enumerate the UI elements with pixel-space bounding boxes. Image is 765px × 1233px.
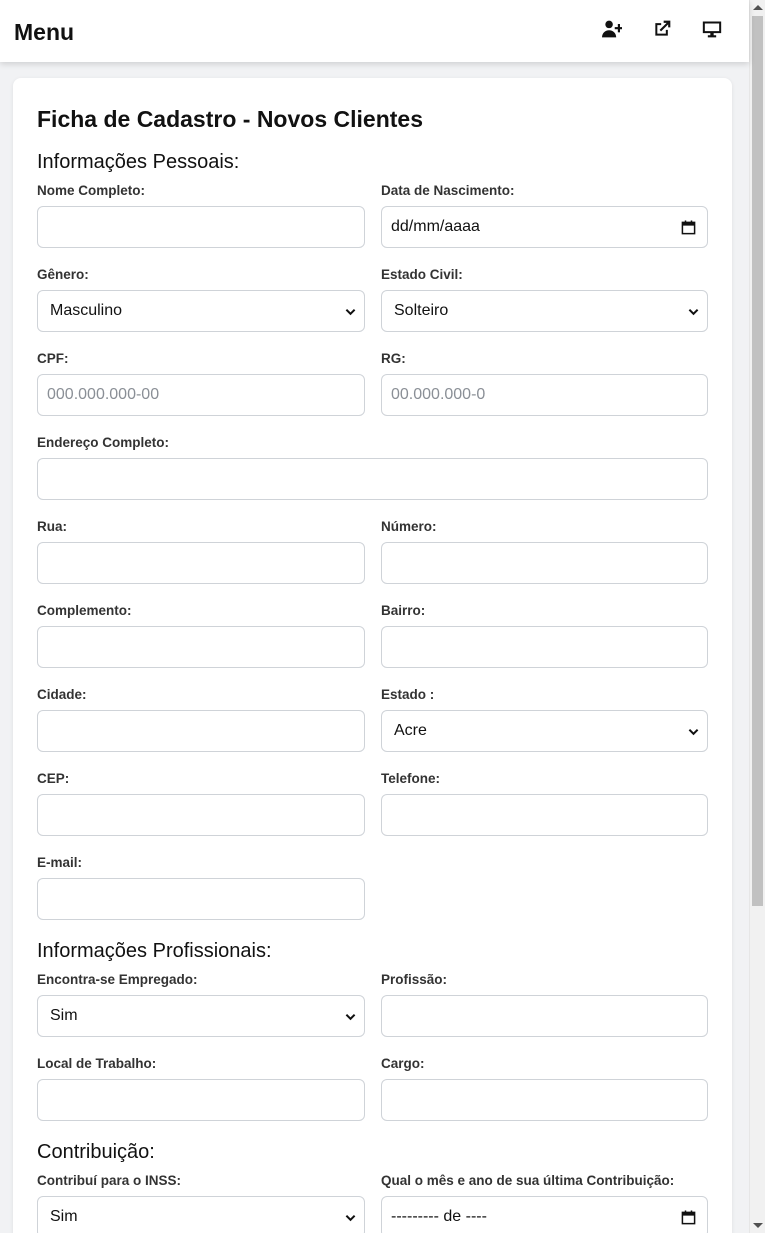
rg-label: RG: [381, 351, 406, 366]
nascimento-label: Data de Nascimento: [381, 183, 515, 198]
complemento-field: Complemento: [37, 602, 365, 668]
desktop-icon[interactable] [687, 14, 737, 44]
bairro-label: Bairro: [381, 603, 426, 618]
calendar-icon[interactable] [681, 219, 696, 235]
numero-label: Número: [381, 519, 437, 534]
telefone-input[interactable] [381, 794, 708, 836]
rua-input[interactable] [37, 542, 365, 584]
cep-input[interactable] [37, 794, 365, 836]
empregado-label: Encontra-se Empregado: [37, 972, 198, 987]
scrollbar-thumb[interactable] [752, 16, 763, 906]
cargo-label: Cargo: [381, 1056, 425, 1071]
inss-field: Contribuí para o INSS: Sim [37, 1172, 365, 1233]
nascimento-field: Data de Nascimento: dd/mm/aaaa [381, 182, 708, 248]
cargo-field: Cargo: [381, 1055, 708, 1121]
endereco-label: Endereço Completo: [37, 435, 170, 450]
ultima-contribuicao-value: --------- de ---- [391, 1208, 487, 1225]
cep-field: CEP: [37, 770, 365, 836]
chevron-down-icon [345, 1214, 356, 1221]
email-field: E-mail: [37, 854, 365, 920]
user-plus-icon[interactable] [587, 14, 637, 44]
local-trabalho-input[interactable] [37, 1079, 365, 1121]
personal-info-heading: Informações Pessoais: [37, 151, 240, 173]
email-label: E-mail: [37, 855, 83, 870]
estado-field: Estado : Acre [381, 686, 708, 752]
estado-select[interactable]: Acre [381, 710, 708, 752]
empregado-selected: Sim [50, 1007, 78, 1024]
form-title: Ficha de Cadastro - Novos Clientes [37, 106, 423, 132]
cidade-field: Cidade: [37, 686, 365, 752]
estado-civil-select[interactable]: Solteiro [381, 290, 708, 332]
rua-field: Rua: [37, 518, 365, 584]
endereco-field: Endereço Completo: [37, 434, 708, 500]
profissao-label: Profissão: [381, 972, 448, 987]
endereco-input[interactable] [37, 458, 708, 500]
nascimento-value: dd/mm/aaaa [391, 218, 480, 235]
rg-input[interactable] [381, 374, 708, 416]
complemento-input[interactable] [37, 626, 365, 668]
registration-card: Ficha de Cadastro - Novos Clientes Infor… [13, 78, 732, 1233]
inss-selected: Sim [50, 1208, 78, 1225]
calendar-icon[interactable] [681, 1209, 696, 1225]
rg-field: RG: [381, 350, 708, 416]
vertical-scrollbar[interactable] [749, 0, 765, 1233]
menu-title[interactable]: Menu [14, 19, 74, 46]
cpf-input[interactable] [37, 374, 365, 416]
estado-selected: Acre [394, 722, 427, 739]
inss-select[interactable]: Sim [37, 1196, 365, 1233]
top-navbar: Menu [0, 0, 749, 62]
cpf-field: CPF: [37, 350, 365, 416]
telefone-label: Telefone: [381, 771, 441, 786]
scroll-down-arrow[interactable] [753, 1223, 763, 1228]
contribution-heading: Contribuição: [37, 1141, 155, 1163]
bairro-input[interactable] [381, 626, 708, 668]
genero-select[interactable]: Masculino [37, 290, 365, 332]
estado-civil-label: Estado Civil: [381, 267, 463, 282]
estado-civil-selected: Solteiro [394, 302, 449, 319]
nome-field: Nome Completo: [37, 182, 365, 248]
ultima-contribuicao-label: Qual o mês e ano de sua última Contribui… [381, 1173, 675, 1188]
local-trabalho-field: Local de Trabalho: [37, 1055, 365, 1121]
cpf-label: CPF: [37, 351, 69, 366]
nome-label: Nome Completo: [37, 183, 145, 198]
chevron-down-icon [688, 728, 699, 735]
email-input[interactable] [37, 878, 365, 920]
chevron-down-icon [345, 1013, 356, 1020]
local-trabalho-label: Local de Trabalho: [37, 1056, 157, 1071]
rua-label: Rua: [37, 519, 67, 534]
telefone-field: Telefone: [381, 770, 708, 836]
cidade-input[interactable] [37, 710, 365, 752]
numero-field: Número: [381, 518, 708, 584]
genero-selected: Masculino [50, 302, 123, 319]
empregado-select[interactable]: Sim [37, 995, 365, 1037]
ultima-contribuicao-field: Qual o mês e ano de sua última Contribui… [381, 1172, 708, 1233]
numero-input[interactable] [381, 542, 708, 584]
nome-input[interactable] [37, 206, 365, 248]
cargo-input[interactable] [381, 1079, 708, 1121]
professional-info-section: Informações Profissionais: Encontra-se E… [37, 939, 708, 1139]
genero-label: Gênero: [37, 267, 89, 282]
profissao-input[interactable] [381, 995, 708, 1037]
estado-civil-field: Estado Civil: Solteiro [381, 266, 708, 332]
chevron-down-icon [688, 308, 699, 315]
cidade-label: Cidade: [37, 687, 87, 702]
estado-label: Estado : [381, 687, 435, 702]
scroll-up-arrow[interactable] [753, 5, 763, 10]
nascimento-date-input[interactable]: dd/mm/aaaa [381, 206, 708, 248]
bairro-field: Bairro: [381, 602, 708, 668]
chevron-down-icon [345, 308, 356, 315]
profissao-field: Profissão: [381, 971, 708, 1037]
external-link-icon[interactable] [637, 14, 687, 44]
cep-label: CEP: [37, 771, 70, 786]
navbar-icons [587, 14, 737, 44]
inss-label: Contribuí para o INSS: [37, 1173, 182, 1188]
ultima-contribuicao-month-input[interactable]: --------- de ---- [381, 1196, 708, 1233]
complemento-label: Complemento: [37, 603, 132, 618]
personal-info-section: Informações Pessoais: Nome Completo: Dat… [37, 150, 708, 938]
professional-info-heading: Informações Profissionais: [37, 940, 272, 962]
genero-field: Gênero: Masculino [37, 266, 365, 332]
contribution-section: Contribuição: Contribuí para o INSS: Sim… [37, 1140, 708, 1233]
empregado-field: Encontra-se Empregado: Sim [37, 971, 365, 1037]
